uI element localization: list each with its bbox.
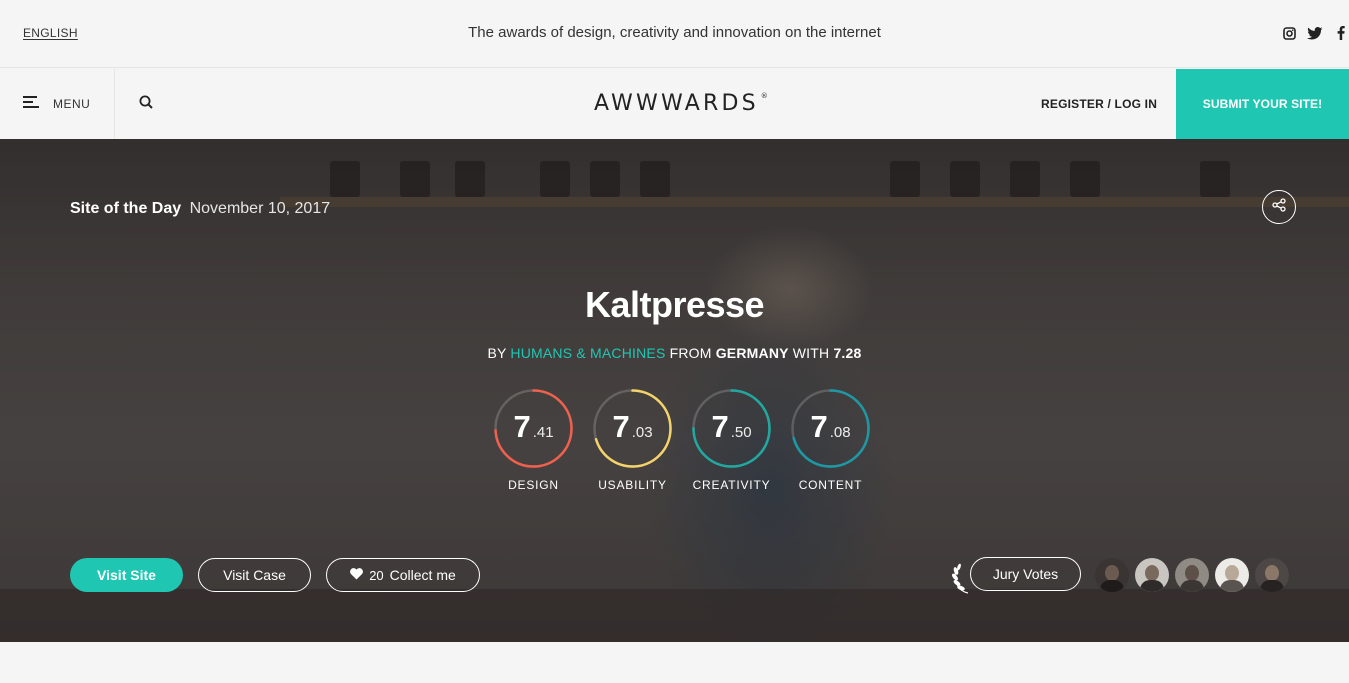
score-usability: 7.03 USABILITY — [593, 389, 672, 492]
search-icon — [139, 95, 153, 114]
score-ring: 7.03 — [593, 389, 672, 468]
visit-case-button[interactable]: Visit Case — [198, 558, 311, 592]
submit-site-button[interactable]: SUBMIT YOUR SITE! — [1176, 69, 1349, 139]
menu-label: MENU — [53, 97, 91, 111]
overall-score: 7.28 — [833, 345, 862, 361]
menu-button[interactable]: MENU — [0, 69, 115, 139]
tagline: The awards of design, creativity and inn… — [468, 24, 881, 41]
top-bar: ENGLISH The awards of design, creativity… — [0, 0, 1349, 68]
score-ring: 7.50 — [692, 389, 771, 468]
twitter-icon[interactable] — [1307, 25, 1323, 41]
collect-label: Collect me — [389, 567, 456, 583]
site-title: Kaltpresse — [584, 284, 765, 325]
avatar[interactable] — [1095, 558, 1129, 592]
instagram-icon[interactable] — [1281, 25, 1297, 41]
score-design: 7.41 DESIGN — [494, 389, 573, 492]
agency-link[interactable]: HUMANS & MACHINES — [510, 345, 665, 361]
avatar[interactable] — [1175, 558, 1209, 592]
score-label: DESIGN — [508, 478, 559, 492]
score-label: USABILITY — [598, 478, 667, 492]
jury-votes-button[interactable]: Jury Votes — [970, 557, 1081, 591]
score-creativity: 7.50 CREATIVITY — [692, 389, 771, 492]
visit-site-button[interactable]: Visit Site — [70, 558, 183, 592]
hero-banner: Site of the Day November 10, 2017 Kaltpr… — [0, 139, 1349, 642]
search-button[interactable] — [116, 69, 176, 139]
collect-button[interactable]: 20 Collect me — [326, 558, 480, 592]
score-label: CREATIVITY — [692, 478, 771, 492]
score-rings: 7.41 DESIGN 7.03 USABILITY 7.50 CREATIVI… — [494, 389, 870, 492]
facebook-icon[interactable] — [1333, 25, 1349, 41]
avatar[interactable] — [1215, 558, 1249, 592]
awwwards-logo[interactable]: AWWWARDS ® — [594, 91, 768, 116]
register-login-link[interactable]: REGISTER / LOG IN — [1041, 97, 1157, 111]
heart-icon — [350, 567, 364, 583]
byline: BY HUMANS & MACHINES FROM GERMANY WITH 7… — [487, 345, 862, 361]
score-ring: 7.08 — [791, 389, 870, 468]
site-of-the-day: Site of the Day November 10, 2017 — [70, 200, 330, 218]
social-links — [1281, 25, 1349, 41]
jury-avatars — [1095, 558, 1289, 592]
hamburger-icon — [23, 95, 39, 113]
country: GERMANY — [715, 345, 789, 361]
share-button[interactable] — [1262, 190, 1296, 224]
avatar[interactable] — [1135, 558, 1169, 592]
collect-count: 20 — [369, 567, 384, 583]
score-ring: 7.41 — [494, 389, 573, 468]
score-label: CONTENT — [798, 478, 863, 492]
avatar[interactable] — [1255, 558, 1289, 592]
main-nav: MENU AWWWARDS ® REGISTER / LOG IN SUBMIT … — [0, 69, 1349, 139]
award-date: November 10, 2017 — [189, 200, 331, 217]
award-label: Site of the Day — [70, 200, 182, 217]
share-icon — [1272, 197, 1286, 217]
score-content: 7.08 CONTENT — [791, 389, 870, 492]
